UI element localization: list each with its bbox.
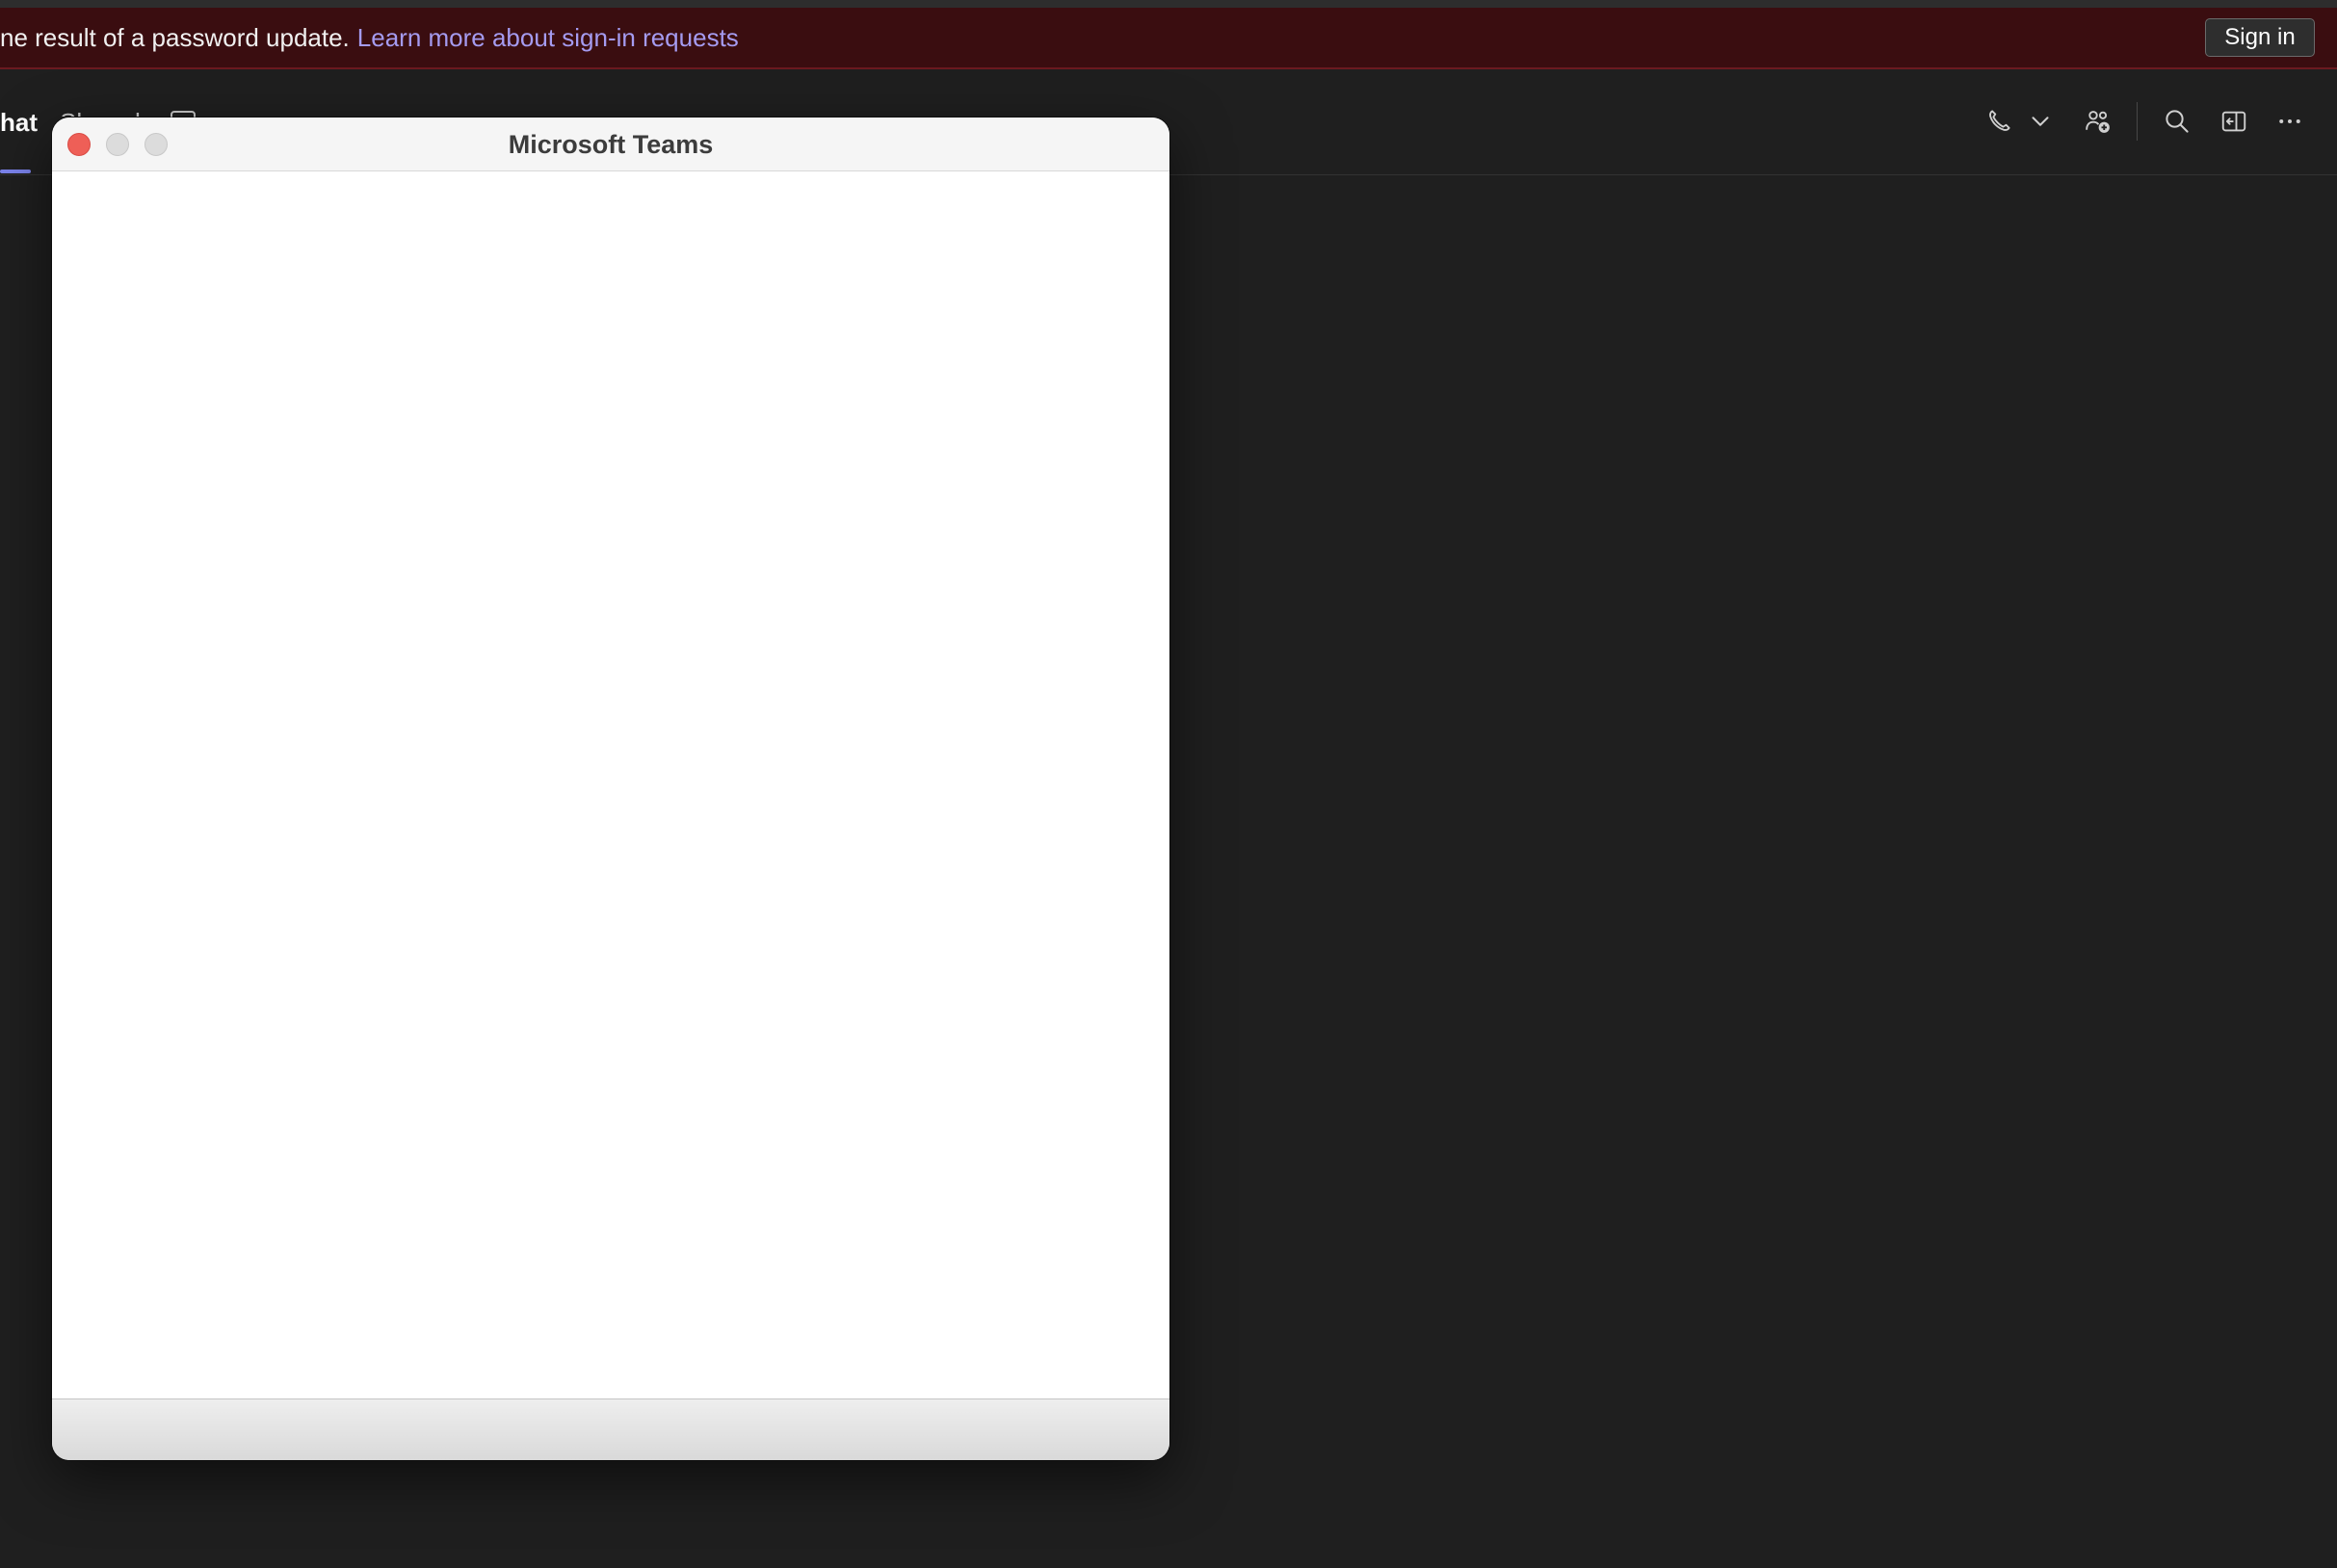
zoom-button [144,133,168,156]
phone-icon[interactable] [1980,102,2018,141]
banner-message: ne result of a password update. Learn mor… [0,21,739,54]
chevron-down-icon[interactable] [2021,102,2060,141]
minimize-button [106,133,129,156]
pop-out-chat-icon[interactable] [2215,102,2253,141]
search-icon[interactable] [2158,102,2196,141]
dialog-footer [52,1398,1169,1460]
learn-more-link[interactable]: Learn more about sign-in requests [357,23,739,52]
sign-in-button[interactable]: Sign in [2205,18,2315,57]
dialog-titlebar[interactable]: Microsoft Teams [52,118,1169,171]
active-tab-indicator [0,170,31,173]
add-people-icon[interactable] [2079,102,2117,141]
header-divider [2137,102,2138,141]
banner-message-text: ne result of a password update. [0,23,350,52]
tab-chat[interactable]: hat [0,108,38,138]
more-options-icon[interactable] [2271,102,2309,141]
dialog-title: Microsoft Teams [508,129,714,159]
dialog-content [52,171,1169,1398]
microsoft-teams-dialog: Microsoft Teams [52,118,1169,1460]
close-button[interactable] [67,133,91,156]
warning-banner: ne result of a password update. Learn mor… [0,8,2337,69]
